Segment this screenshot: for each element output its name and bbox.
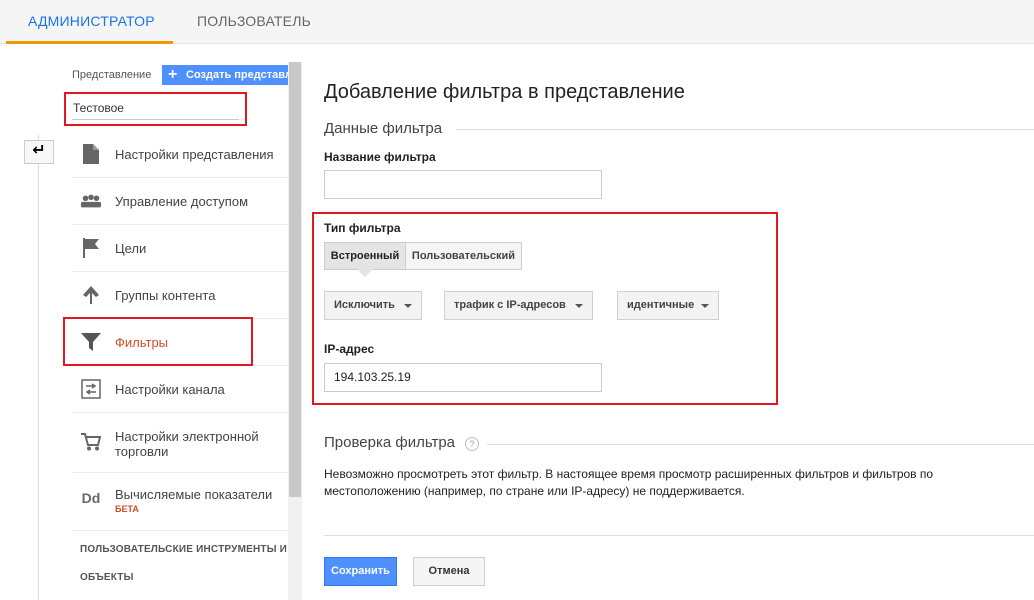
ip-address-label: IP-адрес <box>324 342 375 356</box>
beta-badge: БЕТА <box>115 504 139 514</box>
tab-admin[interactable]: АДМИНИСТРАТОР <box>6 0 173 44</box>
filter-type-label: Тип фильтра <box>324 221 401 235</box>
sidebar-item-ecommerce[interactable]: Настройки электронной торговли <box>72 413 287 473</box>
view-selector-value: Тестовое <box>73 101 124 115</box>
caret-down-icon <box>575 304 583 308</box>
filter-name-label: Название фильтра <box>324 150 436 164</box>
caret-down-icon <box>701 304 709 308</box>
ip-address-input[interactable]: 194.103.25.19 <box>324 363 602 392</box>
page-title: Добавление фильтра в представление <box>324 81 685 103</box>
sidebar-item-label: Цели <box>115 241 147 256</box>
sidebar-item-label: Группы контента <box>115 288 216 303</box>
document-icon <box>80 143 102 165</box>
create-view-button[interactable]: + Создать представление <box>162 65 288 85</box>
arrow-left-icon: ↵ <box>32 142 46 159</box>
filter-source-dropdown[interactable]: трафик с IP-адресов <box>444 291 593 320</box>
save-button[interactable]: Сохранить <box>324 557 397 586</box>
segment-custom[interactable]: Пользовательский <box>405 242 522 270</box>
channel-icon <box>80 378 102 400</box>
sidebar-item-access[interactable]: Управление доступом <box>72 178 287 225</box>
segment-pointer <box>357 269 373 277</box>
filter-check-message: Невозможно просмотреть этот фильтр. В на… <box>324 467 934 498</box>
sidebar-item-calculated-metrics[interactable]: Dd Вычисляемые показатели БЕТА <box>72 473 287 531</box>
sidebar-item-label: Настройки канала <box>115 382 225 397</box>
sidebar-scrollbar-thumb[interactable] <box>289 62 301 497</box>
flag-icon <box>80 237 102 259</box>
tab-user[interactable]: ПОЛЬЗОВАТЕЛЬ <box>197 0 311 44</box>
sidebar-item-label: Вычисляемые показатели <box>115 487 273 502</box>
view-selector-underline <box>72 119 239 120</box>
view-selector[interactable]: Тестовое <box>64 92 247 126</box>
filter-check-legend: Проверка фильтра <box>324 434 456 451</box>
filter-name-input[interactable] <box>324 170 602 199</box>
legend-rule <box>456 129 1034 130</box>
sidebar-item-label: Управление доступом <box>115 194 249 209</box>
cart-icon <box>80 431 102 453</box>
sidebar-divider <box>38 135 39 600</box>
help-icon[interactable]: ? <box>465 437 479 451</box>
dropdown-value: идентичные <box>627 299 695 311</box>
filter-action-dropdown[interactable]: Исключить <box>324 291 422 320</box>
section-head-custom-tools: ПОЛЬЗОВАТЕЛЬСКИЕ ИНСТРУМЕНТЫ И <box>80 544 288 555</box>
filter-match-dropdown[interactable]: идентичные <box>617 291 719 320</box>
sidebar-item-content-groups[interactable]: Группы контента <box>72 272 287 319</box>
filters-highlight <box>63 317 253 366</box>
sidebar-item-channel-settings[interactable]: Настройки канала <box>72 366 287 413</box>
sidebar-item-label: Настройки представления <box>115 147 274 162</box>
dd-icon: Dd <box>81 490 101 506</box>
footer-divider <box>324 535 1034 536</box>
content-groups-icon <box>80 284 102 306</box>
segment-predefined[interactable]: Встроенный <box>324 242 406 270</box>
create-view-label: Создать представление <box>186 69 288 81</box>
top-bar: АДМИНИСТРАТОР ПОЛЬЗОВАТЕЛЬ <box>0 0 1034 44</box>
sidebar-item-label: Настройки электронной торговли <box>115 429 259 459</box>
view-label: Представление <box>72 69 152 81</box>
back-button[interactable]: ↵ <box>24 140 54 164</box>
sidebar-item-view-settings[interactable]: Настройки представления <box>72 131 287 178</box>
dropdown-value: трафик с IP-адресов <box>454 299 566 311</box>
legend-rule <box>487 444 1034 445</box>
cancel-button[interactable]: Отмена <box>413 557 485 586</box>
plus-icon: + <box>168 66 178 83</box>
filter-data-legend: Данные фильтра <box>324 120 443 137</box>
sidebar-item-goals[interactable]: Цели <box>72 225 287 272</box>
caret-down-icon <box>404 304 412 308</box>
users-icon <box>80 190 102 212</box>
dropdown-value: Исключить <box>334 299 395 311</box>
section-head-objects: ОБЪЕКТЫ <box>80 572 134 583</box>
